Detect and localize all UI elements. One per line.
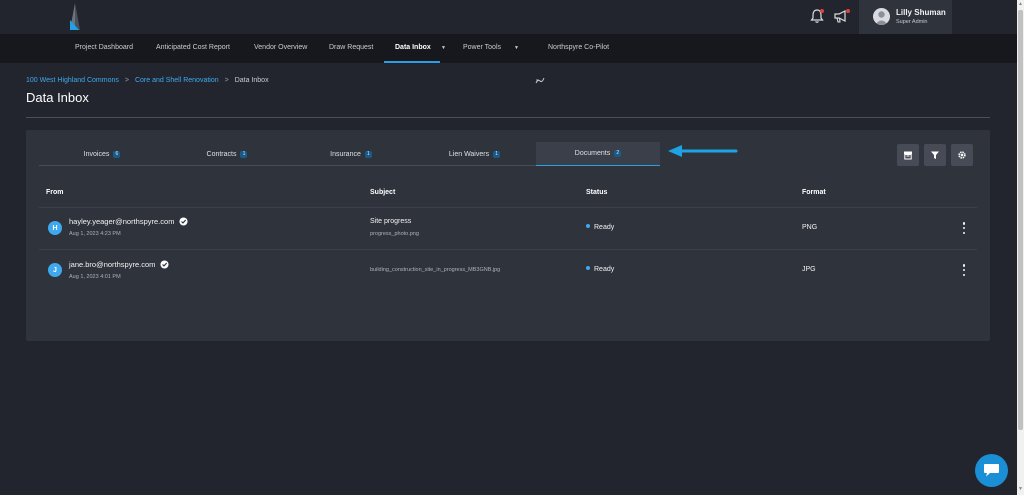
tab-count-badge: 1 [364,150,372,158]
received-date: Aug 1, 2023 4:01 PM [69,274,121,280]
archive-icon [904,151,912,160]
verified-check-icon [160,260,169,269]
chevron-down-icon[interactable]: ▼ [514,45,519,51]
row-menu-button[interactable] [960,263,968,277]
sender-email-text: hayley.yeager@northspyre.com [69,217,175,226]
status-text: Ready [594,224,615,231]
tab-label: Invoices [83,150,110,158]
nav-northspyre-co-pilot[interactable]: Northspyre Co-Pilot [548,44,609,51]
arrow-left-icon [668,145,738,157]
received-date: Aug 1, 2023 4:23 PM [69,231,121,237]
status-text: Ready [594,266,615,273]
bell-icon[interactable] [809,8,825,24]
user-menu[interactable]: Lilly Shuman Super Admin [859,0,952,34]
nav-project-dashboard[interactable]: Project Dashboard [75,44,133,51]
nav-draw-request[interactable]: Draw Request [329,44,373,51]
tab-contracts[interactable]: Contracts 1 [165,142,289,166]
tab-insurance[interactable]: Insurance 1 [289,142,413,166]
user-name: Lilly Shuman [896,8,946,17]
column-header-status: Status [586,189,608,196]
breadcrumb: 100 West Highland Commons > Core and Shell… [26,77,269,84]
northspyre-logo[interactable] [66,3,82,30]
nav-data-inbox[interactable]: Data Inbox [395,44,431,51]
attachment-name: building_construction_site_in_progress_M… [370,267,501,273]
user-role: Super Admin [896,19,928,25]
tab-label: Documents [574,150,611,157]
status-badge: Ready [586,224,614,231]
sender-avatar: H [48,221,62,235]
megaphone-icon[interactable] [833,8,851,24]
file-format: PNG [802,224,818,231]
chevron-down-icon[interactable]: ▼ [441,45,446,51]
tab-label: Insurance [330,150,361,158]
tab-count-badge: 2 [614,150,622,157]
scroll-up-arrow[interactable]: ▲ [1018,1,1023,7]
gear-icon [958,151,966,159]
filter-icon [931,151,939,159]
chat-button[interactable] [975,454,1008,487]
scroll-down-arrow[interactable]: ▼ [1018,486,1023,492]
column-header-subject: Subject [370,189,396,196]
filter-button[interactable] [924,144,946,166]
row-divider [39,207,977,208]
row-divider [39,249,977,250]
tab-documents[interactable]: Documents 2 [536,142,660,166]
column-header-format: Format [802,189,826,196]
top-bar: Lilly Shuman Super Admin [0,0,1024,34]
tab-label: Contracts [206,150,237,158]
user-avatar [873,8,890,25]
breadcrumb-renovation[interactable]: Core and Shell Renovation [135,77,219,84]
breadcrumb-separator: > [224,77,229,84]
data-inbox-panel: Invoices 6 Contracts 1 Insurance 1 Lien … [26,130,990,341]
main-nav: Project Dashboard Anticipated Cost Repor… [0,34,1024,84]
settings-button[interactable] [951,144,973,166]
breadcrumb-separator: > [124,77,129,84]
chat-icon [984,464,999,477]
co-pilot-icon [535,77,545,84]
page-title: Data Inbox [26,90,89,105]
nav-power-tools[interactable]: Power Tools [463,44,501,51]
tab-lien-waivers[interactable]: Lien Waivers 1 [413,142,536,166]
nav-vendor-overview[interactable]: Vendor Overview [254,44,307,51]
tab-label: Lien Waivers [448,150,490,158]
tab-count-badge: 1 [493,150,501,158]
title-divider [26,117,990,118]
status-dot [586,266,590,270]
verified-check-icon [179,217,189,226]
tab-count-badge: 6 [113,150,121,158]
tab-invoices[interactable]: Invoices 6 [39,142,165,166]
breadcrumb-project[interactable]: 100 West Highland Commons [26,77,119,84]
sender-email: jane.bro@northspyre.com [69,260,169,269]
row-menu-button[interactable] [960,221,968,235]
column-header-from: From [46,189,64,196]
file-format: JPG [802,266,816,273]
status-badge: Ready [586,266,614,273]
status-dot [586,224,590,228]
breadcrumb-current: Data Inbox [234,77,269,84]
attachment-name: progress_photo.png [370,231,419,237]
archive-button[interactable] [897,144,919,166]
email-subject: Site progress [370,218,412,225]
scrollbar-thumb[interactable] [1018,10,1023,430]
tab-count-badge: 1 [240,150,248,158]
active-nav-indicator [384,61,440,63]
nav-anticipated-cost-report[interactable]: Anticipated Cost Report [156,44,230,51]
sender-email: hayley.yeager@northspyre.com [69,217,189,226]
sender-avatar: J [48,263,62,277]
sender-email-text: jane.bro@northspyre.com [69,260,156,269]
